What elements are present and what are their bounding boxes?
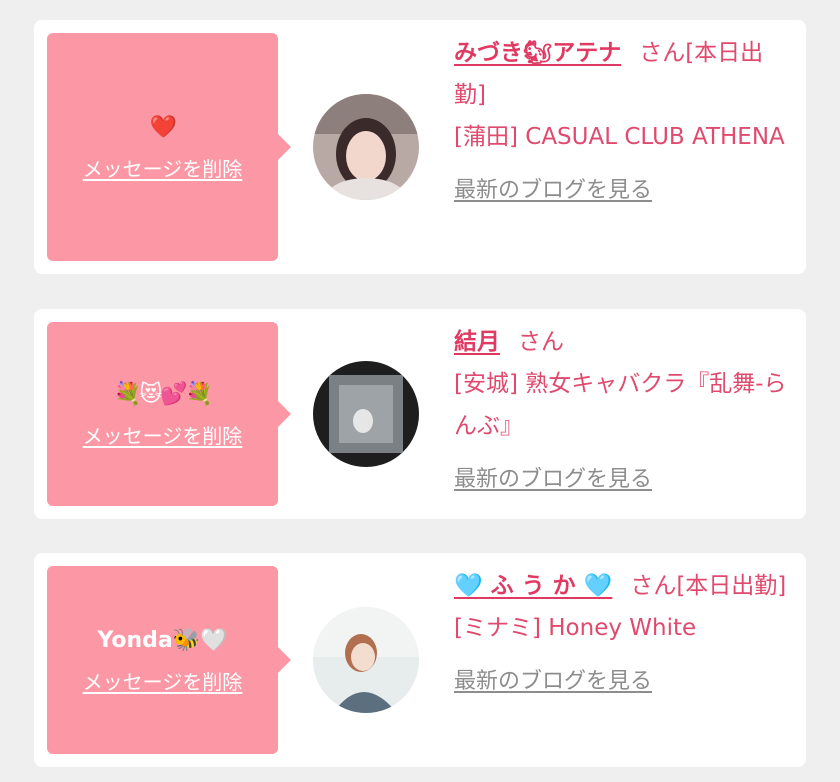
cast-info: 🩵 ふ う か 🩵 さん[本日出勤] [ミナミ] Honey White 最新のブ… <box>454 565 789 703</box>
latest-blog-link[interactable]: 最新のブログを見る <box>454 661 652 703</box>
latest-blog-link[interactable]: 最新のブログを見る <box>454 459 652 501</box>
shop-name: [ミナミ] Honey White <box>454 615 697 641</box>
message-bubble: 💐😻💕💐 メッセージを削除 <box>47 322 291 506</box>
message-text: 💐😻💕💐 <box>113 381 213 407</box>
cast-name-link[interactable]: 結月 <box>454 329 500 355</box>
avatar[interactable] <box>313 607 419 713</box>
message-text: Yonda🐝🤍 <box>97 627 228 653</box>
avatar[interactable] <box>313 361 419 467</box>
message-card: Yonda🐝🤍 メッセージを削除 🩵 ふ う か 🩵 さん[本日出勤] [ミナミ]… <box>34 553 806 767</box>
cast-status: さん <box>518 329 564 355</box>
avatar-photo <box>313 361 419 467</box>
latest-blog-link[interactable]: 最新のブログを見る <box>454 170 652 212</box>
shop-name: [安城] 熟女キャバクラ『乱舞-らんぶ』 <box>454 371 787 439</box>
cast-name-link[interactable]: 🩵 ふ う か 🩵 <box>454 573 612 599</box>
delete-message-link[interactable]: メッセージを削除 <box>83 153 243 182</box>
delete-message-link[interactable]: メッセージを削除 <box>83 420 243 449</box>
avatar-photo <box>313 94 419 200</box>
message-card: ❤️ メッセージを削除 みづき🐿アテナ さん[本日出勤] [蒲田] CASUAL … <box>34 20 806 274</box>
message-bubble: ❤️ メッセージを削除 <box>47 33 291 261</box>
message-list: ❤️ メッセージを削除 みづき🐿アテナ さん[本日出勤] [蒲田] CASUAL … <box>0 0 840 782</box>
cast-info: 結月 さん [安城] 熟女キャバクラ『乱舞-らんぶ』 最新のブログを見る <box>454 321 789 501</box>
message-card: 💐😻💕💐 メッセージを削除 結月 さん [安城] 熟女キャバクラ『乱舞-らんぶ』 … <box>34 309 806 519</box>
cast-status: さん[本日出勤] <box>630 573 787 599</box>
shop-name: [蒲田] CASUAL CLUB ATHENA <box>454 124 785 150</box>
cast-info: みづき🐿アテナ さん[本日出勤] [蒲田] CASUAL CLUB ATHENA … <box>454 32 789 212</box>
delete-message-link[interactable]: メッセージを削除 <box>83 666 243 695</box>
message-text: ❤️ <box>149 114 177 140</box>
avatar-photo <box>313 607 419 713</box>
cast-name-link[interactable]: みづき🐿アテナ <box>454 40 621 66</box>
message-bubble: Yonda🐝🤍 メッセージを削除 <box>47 566 291 754</box>
avatar[interactable] <box>313 94 419 200</box>
